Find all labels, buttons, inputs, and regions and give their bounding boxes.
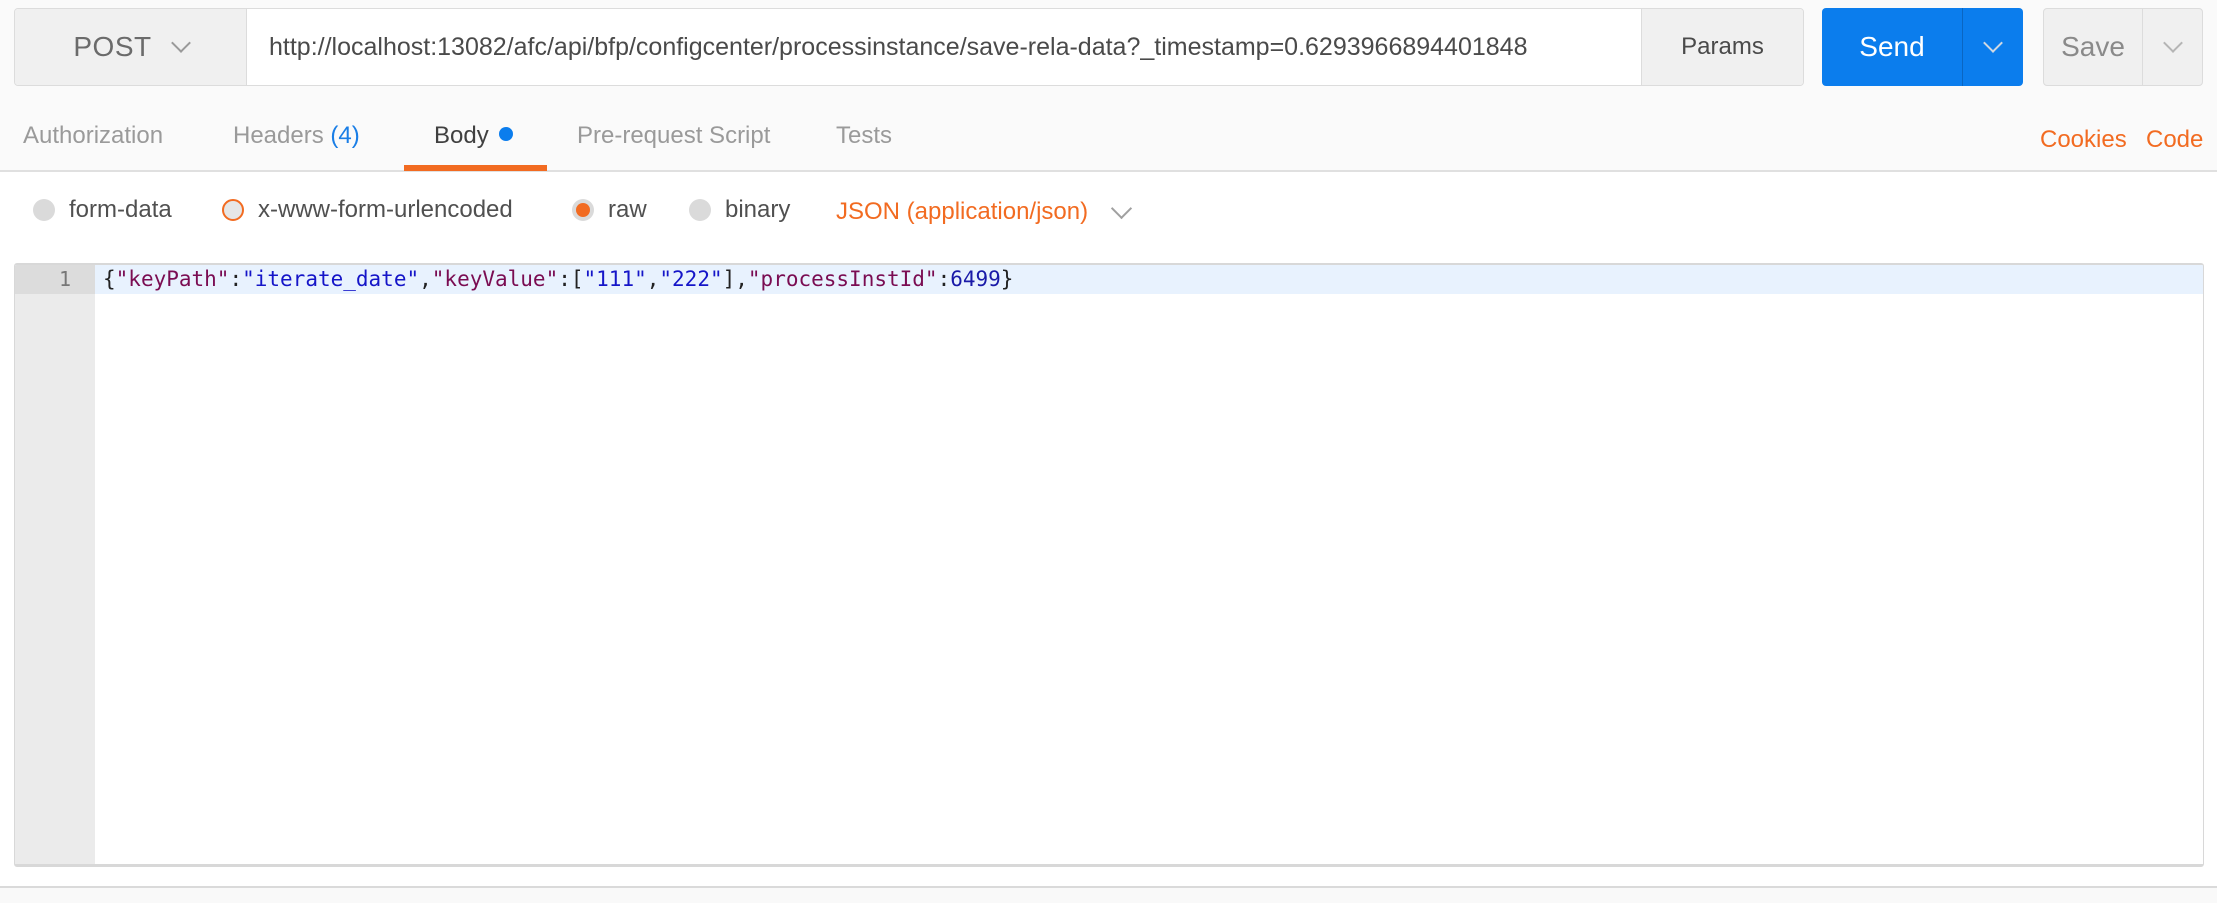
- send-options-dropdown[interactable]: [1962, 8, 2023, 86]
- mode-urlencoded-label: x-www-form-urlencoded: [258, 196, 513, 223]
- radio-x-www-form-urlencoded[interactable]: [222, 199, 244, 221]
- tab-pre-request-script[interactable]: Pre-request Script: [577, 122, 770, 150]
- code-token: {: [103, 267, 116, 291]
- json-string: "iterate_date": [242, 267, 420, 291]
- method-dropdown[interactable]: POST: [15, 9, 247, 85]
- tab-headers-label: Headers: [233, 122, 324, 149]
- tab-tests[interactable]: Tests: [836, 122, 892, 150]
- mode-binary-label: binary: [725, 196, 791, 223]
- code-token: ],: [722, 267, 748, 291]
- radio-form-data[interactable]: [33, 199, 55, 221]
- code-token: :: [937, 267, 951, 291]
- code-token: :[: [558, 267, 584, 291]
- method-label: POST: [73, 31, 152, 62]
- mode-form-data[interactable]: form-data: [33, 196, 172, 224]
- modified-dot-icon: [498, 127, 513, 141]
- tab-headers[interactable]: Headers (4): [233, 122, 360, 150]
- line-number: 1: [15, 265, 95, 294]
- mode-raw[interactable]: raw: [572, 196, 647, 224]
- line-gutter: [15, 265, 95, 864]
- radio-raw[interactable]: [572, 199, 594, 221]
- tab-body[interactable]: Body: [434, 122, 513, 150]
- chevron-down-icon: [1111, 197, 1133, 219]
- save-button-group: Save: [2043, 8, 2203, 86]
- params-button[interactable]: Params: [1641, 9, 1803, 85]
- save-button[interactable]: Save: [2044, 9, 2142, 85]
- mode-binary[interactable]: binary: [689, 196, 790, 224]
- chevron-down-icon: [170, 33, 191, 53]
- content-type-label: JSON (application/json): [836, 198, 1089, 225]
- json-key: "keyPath": [115, 267, 230, 291]
- code-token: ,: [646, 267, 660, 291]
- chevron-down-icon: [2162, 33, 2183, 53]
- url-input[interactable]: [247, 9, 1641, 85]
- code-token: ,: [419, 267, 432, 291]
- body-editor[interactable]: 1 {"keyPath":"iterate_date","keyValue":[…: [14, 263, 2204, 867]
- radio-binary[interactable]: [689, 199, 711, 221]
- body-mode-selector: form-data x-www-form-urlencoded raw bina…: [0, 172, 2217, 254]
- chevron-down-icon: [1983, 33, 2003, 53]
- json-string: "111": [583, 267, 647, 291]
- url-group: POST Params: [14, 8, 1804, 86]
- mode-form-data-label: form-data: [69, 196, 172, 223]
- json-string: "222": [659, 267, 723, 291]
- active-tab-indicator: [404, 165, 547, 171]
- tab-body-label: Body: [434, 122, 489, 149]
- code-link[interactable]: Code: [2146, 126, 2203, 154]
- save-options-dropdown[interactable]: [2142, 9, 2202, 85]
- code-token: :: [229, 267, 243, 291]
- code-token: }: [1000, 267, 1014, 291]
- mode-raw-label: raw: [608, 196, 647, 223]
- send-button-group: Send: [1822, 8, 2023, 86]
- request-bar: POST Params Send Save: [0, 0, 2217, 108]
- mode-x-www-form-urlencoded[interactable]: x-www-form-urlencoded: [222, 196, 513, 224]
- editor-line: 1 {"keyPath":"iterate_date","keyValue":[…: [15, 265, 2203, 294]
- headers-count-badge: (4): [330, 122, 360, 149]
- content-type-dropdown[interactable]: JSON (application/json): [836, 197, 1133, 226]
- code-line: {"keyPath":"iterate_date","keyValue":["1…: [103, 265, 1013, 294]
- request-tabs: Authorization Headers (4) Body Pre-reque…: [0, 108, 2217, 172]
- json-number: 6499: [950, 267, 1001, 291]
- response-pane-divider[interactable]: [0, 886, 2217, 903]
- tab-authorization[interactable]: Authorization: [23, 122, 163, 150]
- send-button[interactable]: Send: [1822, 8, 1962, 86]
- json-key: "processInstId": [747, 267, 938, 291]
- json-key: "keyValue": [431, 267, 559, 291]
- cookies-link[interactable]: Cookies: [2040, 126, 2127, 154]
